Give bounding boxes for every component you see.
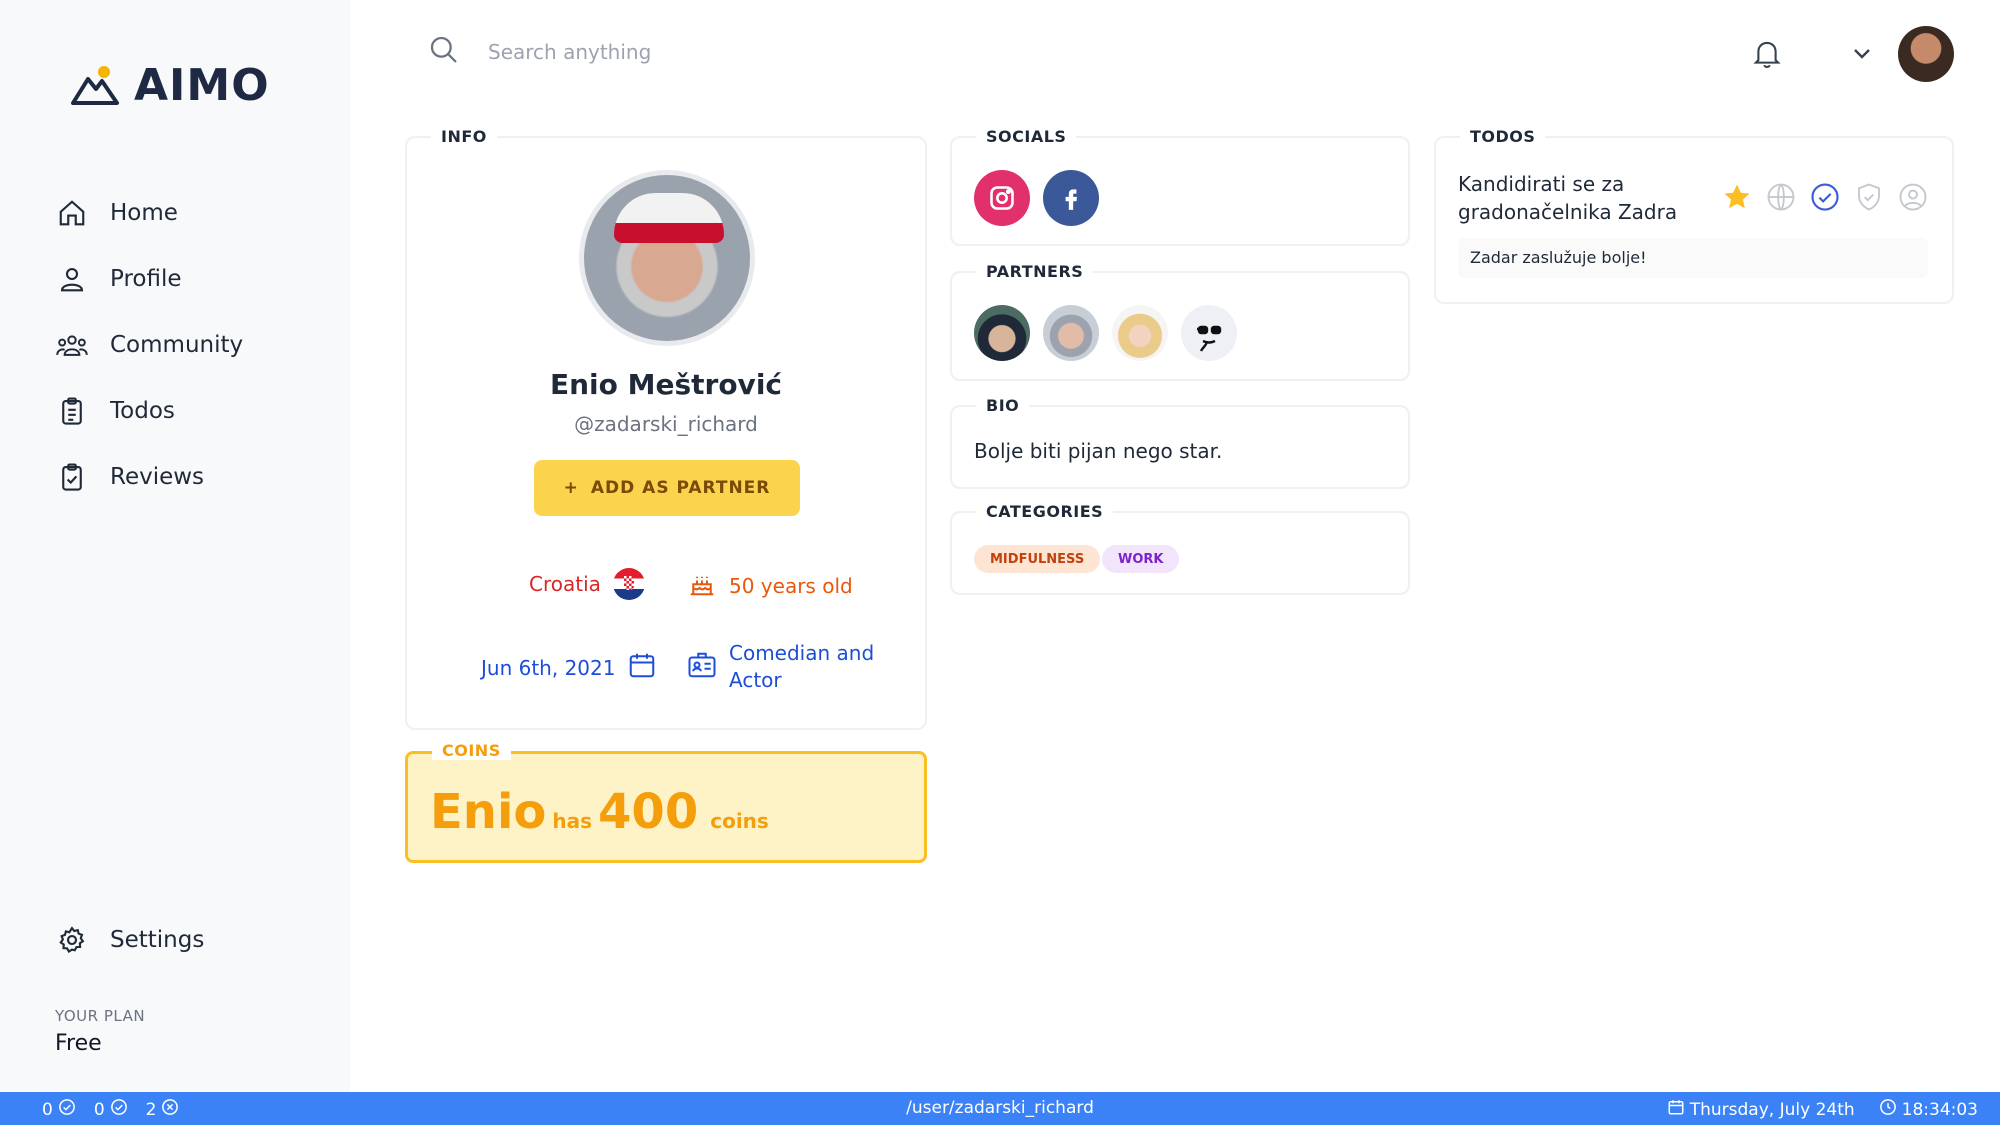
status-time-text: 18:34:03 — [1901, 1099, 1978, 1120]
plus-icon: + — [563, 478, 579, 498]
sidebar-item-community[interactable]: Community — [54, 312, 243, 378]
occupation-text: Comedian and Actor — [729, 640, 874, 694]
clipboard-list-icon — [54, 393, 90, 429]
sidebar-item-label: Home — [110, 200, 178, 226]
todo-title[interactable]: Kandidirati se za gradonačelnika Zadra — [1458, 170, 1698, 226]
profile-name: Enio Meštrović — [549, 368, 783, 401]
search-icon[interactable] — [428, 34, 460, 70]
info-card: INFO Enio Meštrović @zadarski_richard + … — [405, 127, 927, 730]
status-bar: 0 0 2 /user/zadarski_richard Thursday, J… — [0, 1092, 2000, 1125]
todos-section-label: TODOS — [1460, 127, 1546, 146]
logo[interactable]: AIMO — [70, 60, 270, 111]
category-tag-midfulness[interactable]: MIDFULNESS — [974, 545, 1101, 573]
category-tag-work[interactable]: WORK — [1102, 545, 1180, 573]
bio-text: Bolje biti pijan nego star. — [974, 439, 1223, 463]
age-meta: 50 years old — [687, 568, 853, 603]
cake-icon — [687, 568, 717, 603]
sidebar: AIMO Home Profile Community Todos Review… — [0, 0, 350, 1092]
status-date: Thursday, July 24th — [1667, 1098, 1855, 1121]
coins-has-word: has — [552, 809, 593, 833]
croatia-flag-icon — [612, 568, 645, 600]
clock-icon — [1879, 1098, 1897, 1121]
user-avatar[interactable] — [1898, 26, 1954, 82]
check-circle-icon[interactable] — [1810, 182, 1840, 216]
add-partner-button[interactable]: + ADD AS PARTNER — [534, 460, 800, 516]
sidebar-item-label: Reviews — [110, 464, 205, 490]
coins-unit: coins — [710, 809, 769, 833]
profile-handle: @zadarski_richard — [574, 412, 758, 436]
bell-icon[interactable] — [1752, 38, 1782, 74]
bio-card: BIO Bolje biti pijan nego star. — [950, 396, 1410, 489]
sidebar-item-settings[interactable]: Settings — [54, 922, 204, 958]
calendar-icon — [1667, 1098, 1685, 1121]
instagram-icon[interactable] — [974, 170, 1030, 226]
todo-title-line2: gradonačelnika Zadra — [1458, 200, 1678, 224]
age-text: 50 years old — [729, 573, 853, 598]
partners-card: PARTNERS — [950, 262, 1410, 381]
status-time: 18:34:03 — [1879, 1098, 1978, 1121]
occupation-line1: Comedian and — [729, 641, 875, 665]
todo-actions — [1722, 182, 1928, 216]
sidebar-item-home[interactable]: Home — [54, 180, 243, 246]
joined-meta: Jun 6th, 2021 — [481, 650, 657, 685]
add-partner-label: ADD AS PARTNER — [590, 478, 771, 498]
socials-card: SOCIALS — [950, 127, 1410, 246]
sidebar-nav: Home Profile Community Todos Reviews — [54, 180, 243, 510]
coins-amount: 400 — [598, 784, 699, 840]
partner-avatar[interactable] — [1043, 305, 1099, 361]
sidebar-item-reviews[interactable]: Reviews — [54, 444, 243, 510]
coins-first-name: Enio — [430, 784, 547, 840]
user-circle-icon[interactable] — [1898, 182, 1928, 216]
mountain-logo-icon — [70, 63, 120, 109]
info-section-label: INFO — [431, 127, 497, 146]
globe-icon[interactable] — [1766, 182, 1796, 216]
users-icon — [54, 327, 90, 363]
sidebar-item-label: Community — [110, 332, 244, 358]
star-icon[interactable] — [1722, 182, 1752, 216]
clipboard-check-icon — [54, 459, 90, 495]
shield-check-icon[interactable] — [1854, 182, 1884, 216]
partner-avatar[interactable] — [1112, 305, 1168, 361]
search-input[interactable] — [488, 32, 988, 72]
coins-card: COINS Enio has 400 coins — [405, 741, 927, 863]
chevron-down-icon[interactable] — [1850, 44, 1874, 68]
partners-section-label: PARTNERS — [976, 262, 1094, 281]
sidebar-item-label: Profile — [110, 266, 182, 292]
user-icon — [54, 261, 90, 297]
profile-avatar — [579, 170, 755, 346]
sidebar-item-label: Todos — [110, 398, 175, 424]
socials-section-label: SOCIALS — [976, 127, 1077, 146]
todo-description: Zadar zaslužuje bolje! — [1458, 238, 1928, 278]
partner-avatar[interactable] — [1181, 305, 1237, 361]
partner-avatar[interactable] — [974, 305, 1030, 361]
facebook-icon[interactable] — [1043, 170, 1099, 226]
home-icon — [54, 195, 90, 231]
todo-title-line1: Kandidirati se za — [1458, 172, 1625, 196]
occupation-meta: Comedian and Actor — [687, 640, 874, 694]
sidebar-item-profile[interactable]: Profile — [54, 246, 243, 312]
joined-text: Jun 6th, 2021 — [481, 655, 616, 680]
todos-card: TODOS Kandidirati se za gradonačelnika Z… — [1434, 127, 1954, 304]
occupation-line2: Actor — [729, 668, 782, 692]
calendar-icon — [627, 650, 657, 685]
plan-value: Free — [55, 1031, 102, 1056]
categories-section-label: CATEGORIES — [976, 502, 1114, 521]
status-datetime: Thursday, July 24th 18:34:03 — [1667, 1098, 1978, 1121]
country-meta: Croatia — [529, 568, 645, 600]
categories-card: CATEGORIES MIDFULNESS WORK — [950, 502, 1410, 595]
country-text: Croatia — [529, 572, 601, 596]
status-date-text: Thursday, July 24th — [1689, 1099, 1855, 1120]
plan-label: YOUR PLAN — [55, 1007, 146, 1025]
gear-icon — [54, 922, 90, 958]
settings-label: Settings — [110, 927, 205, 953]
sidebar-item-todos[interactable]: Todos — [54, 378, 243, 444]
bio-section-label: BIO — [976, 396, 1030, 415]
coins-section-label: COINS — [432, 741, 511, 760]
logo-text: AIMO — [134, 60, 270, 111]
id-card-icon — [687, 650, 717, 685]
coins-summary: Enio has 400 coins — [430, 784, 769, 840]
